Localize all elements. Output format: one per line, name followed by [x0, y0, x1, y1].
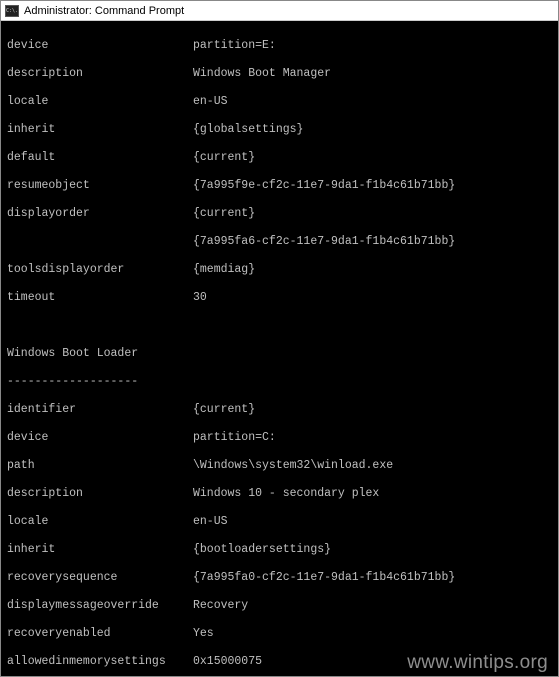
- key-allowedinmemorysettings: allowedinmemorysettings: [7, 655, 193, 669]
- val-identifier: {current}: [193, 403, 255, 417]
- val-locale: en-US: [193, 95, 228, 109]
- val-recoverysequence: {7a995fa0-cf2c-11e7-9da1-f1b4c61b71bb}: [193, 571, 455, 585]
- val-description: Windows 10 - secondary plex: [193, 487, 379, 501]
- val-device: partition=E:: [193, 39, 276, 53]
- key-identifier: identifier: [7, 403, 193, 417]
- key-inherit: inherit: [7, 543, 193, 557]
- key-displaymessageoverride: displaymessageoverride: [7, 599, 193, 613]
- key-recoverysequence: recoverysequence: [7, 571, 193, 585]
- window-titlebar[interactable]: C:\. Administrator: Command Prompt: [1, 1, 558, 21]
- key-displayorder: displayorder: [7, 207, 193, 221]
- val-recoveryenabled: Yes: [193, 627, 214, 641]
- key-device: device: [7, 39, 193, 53]
- val-timeout: 30: [193, 291, 207, 305]
- key-blank: [7, 235, 193, 249]
- val-default: {current}: [193, 151, 255, 165]
- val-inherit: {bootloadersettings}: [193, 543, 331, 557]
- key-inherit: inherit: [7, 123, 193, 137]
- val-displayorder1: {current}: [193, 207, 255, 221]
- key-locale: locale: [7, 515, 193, 529]
- key-resumeobject: resumeobject: [7, 179, 193, 193]
- val-locale: en-US: [193, 515, 228, 529]
- key-description: description: [7, 67, 193, 81]
- val-resumeobject: {7a995f9e-cf2c-11e7-9da1-f1b4c61b71bb}: [193, 179, 455, 193]
- window-title: Administrator: Command Prompt: [24, 5, 184, 17]
- key-device: device: [7, 431, 193, 445]
- key-timeout: timeout: [7, 291, 193, 305]
- val-inherit: {globalsettings}: [193, 123, 303, 137]
- section-header-1: Windows Boot Loader: [7, 347, 552, 361]
- watermark-text: www.wintips.org: [407, 656, 548, 670]
- val-displayorder2: {7a995fa6-cf2c-11e7-9da1-f1b4c61b71bb}: [193, 235, 455, 249]
- key-toolsdisplayorder: toolsdisplayorder: [7, 263, 193, 277]
- key-locale: locale: [7, 95, 193, 109]
- key-path: path: [7, 459, 193, 473]
- key-recoveryenabled: recoveryenabled: [7, 627, 193, 641]
- val-description: Windows Boot Manager: [193, 67, 331, 81]
- val-path: \Windows\system32\winload.exe: [193, 459, 393, 473]
- cmd-icon: C:\.: [5, 5, 19, 17]
- section-dashes-1: -------------------: [7, 375, 552, 389]
- key-description: description: [7, 487, 193, 501]
- key-default: default: [7, 151, 193, 165]
- console-output: devicepartition=E: descriptionWindows Bo…: [1, 21, 558, 676]
- val-allowedinmemorysettings: 0x15000075: [193, 655, 262, 669]
- val-toolsdisplayorder: {memdiag}: [193, 263, 255, 277]
- val-displaymessageoverride: Recovery: [193, 599, 248, 613]
- val-device: partition=C:: [193, 431, 276, 445]
